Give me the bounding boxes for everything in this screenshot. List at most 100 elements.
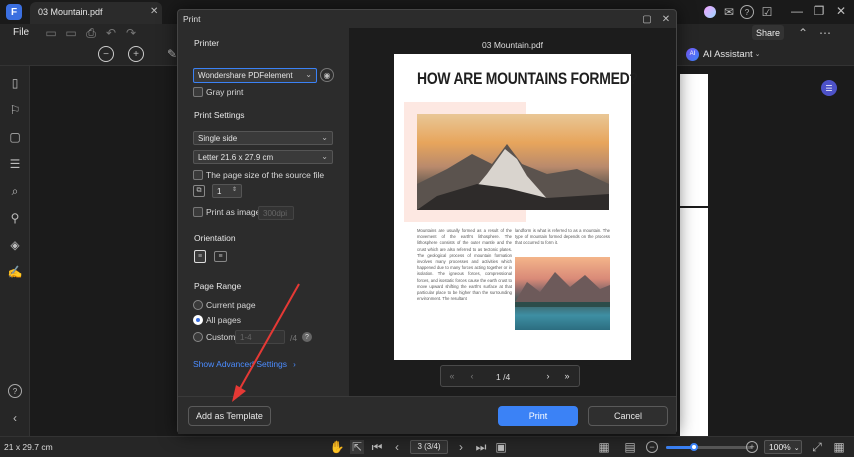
- lake-silhouette: [515, 272, 610, 307]
- dialog-title: Print: [183, 14, 201, 24]
- mountain-photo-1: [417, 114, 609, 210]
- tab-close-icon[interactable]: ✕: [150, 6, 158, 17]
- next-page-icon[interactable]: ›: [454, 440, 468, 454]
- source-size-label: The page size of the source file: [206, 170, 325, 180]
- share-button[interactable]: Share: [752, 25, 784, 40]
- current-page-radio[interactable]: [193, 300, 203, 310]
- document-tab[interactable]: 03 Mountain.pdf ✕: [30, 2, 162, 24]
- dialog-title-bar: Print ▢ ✕: [178, 10, 676, 28]
- page-number-input[interactable]: 3 (3/4): [410, 440, 448, 454]
- ai-icon: AI: [686, 47, 699, 61]
- add-as-template-button[interactable]: Add as Template: [188, 406, 271, 426]
- tab-title: 03 Mountain.pdf: [38, 7, 103, 17]
- printer-properties-icon[interactable]: ◉: [320, 68, 334, 82]
- tasks-icon[interactable]: ☑: [760, 5, 774, 19]
- cancel-label: Cancel: [613, 411, 642, 421]
- layers-list-icon[interactable]: ☰: [8, 157, 22, 171]
- grid-view-icon[interactable]: ▦: [832, 440, 846, 454]
- collapse-icon[interactable]: ‹: [8, 411, 22, 425]
- preview-first-icon[interactable]: «: [446, 370, 458, 382]
- close-dialog-icon[interactable]: ✕: [659, 12, 673, 26]
- dpi-input[interactable]: 300dpi: [258, 206, 294, 220]
- undo-icon[interactable]: ↶: [104, 26, 118, 40]
- zoom-out-icon[interactable]: −: [98, 46, 114, 62]
- comment-icon[interactable]: ▢: [8, 130, 22, 144]
- first-page-icon[interactable]: ⏮: [370, 440, 384, 454]
- preview-page: HOW ARE MOUNTAINS FORMED? Mountains are …: [394, 54, 638, 360]
- zoom-slider[interactable]: [666, 443, 752, 451]
- page-layout-icon[interactable]: ▦: [594, 440, 614, 454]
- bookmark-icon[interactable]: ⚐: [8, 103, 22, 117]
- dialog-footer: Add as Template Print Cancel: [178, 396, 676, 434]
- preview-next-icon[interactable]: ›: [542, 370, 554, 382]
- prev-page-icon[interactable]: ‹: [390, 440, 404, 454]
- fullscreen-icon[interactable]: ⤢: [810, 440, 824, 454]
- minimize-icon[interactable]: —: [790, 4, 804, 18]
- printer-value: Wondershare PDFelement: [198, 71, 293, 80]
- save-icon[interactable]: ▭: [44, 26, 58, 40]
- share-label: Share: [755, 27, 781, 38]
- zoom-in-icon[interactable]: +: [128, 46, 144, 62]
- avatar[interactable]: [704, 6, 716, 18]
- add-as-template-label: Add as Template: [196, 411, 263, 421]
- printer-select[interactable]: Wondershare PDFelement ⌄: [193, 68, 317, 83]
- open-icon[interactable]: ▭: [64, 26, 78, 40]
- cancel-button[interactable]: Cancel: [588, 406, 668, 426]
- expand-icon[interactable]: ⌃: [796, 26, 810, 40]
- zoom-out-status-icon[interactable]: −: [646, 441, 658, 453]
- select-tool-icon[interactable]: ⇱: [350, 440, 364, 454]
- custom-radio[interactable]: [193, 332, 203, 342]
- gray-print-checkbox[interactable]: [193, 87, 203, 97]
- landscape-icon[interactable]: ≡: [214, 251, 227, 262]
- chevron-down-icon: ⌄: [754, 51, 761, 58]
- attachment-icon[interactable]: ⌕: [8, 184, 22, 198]
- copies-icon: ⧉: [193, 185, 205, 197]
- fit-page-icon[interactable]: ▣: [494, 440, 508, 454]
- zoom-value: 100%: [769, 442, 791, 452]
- ai-assistant-button[interactable]: AI AI Assistant ⌄: [686, 46, 776, 62]
- last-page-icon[interactable]: ⏭: [474, 440, 488, 454]
- print-settings-header: Print Settings: [194, 110, 245, 120]
- source-size-checkbox[interactable]: [193, 170, 203, 180]
- search-icon[interactable]: ⚲: [8, 211, 22, 225]
- portrait-icon[interactable]: ≡: [194, 250, 206, 263]
- print-settings-panel: Printer Wondershare PDFelement ⌄ ◉ Gray p…: [178, 28, 349, 396]
- redo-icon[interactable]: ↷: [124, 26, 138, 40]
- gift-icon[interactable]: ✉: [722, 5, 736, 19]
- help-icon[interactable]: ?: [740, 5, 754, 19]
- reading-mode-icon[interactable]: ▤: [620, 440, 640, 454]
- restore-icon[interactable]: ❐: [812, 4, 826, 18]
- print-button[interactable]: Print: [498, 406, 578, 426]
- preview-last-icon[interactable]: »: [561, 370, 573, 382]
- print-as-image-checkbox[interactable]: [193, 207, 203, 217]
- signature-icon[interactable]: ✍: [8, 265, 23, 279]
- zoom-slider-thumb[interactable]: [690, 443, 698, 451]
- print-label: Print: [528, 411, 548, 421]
- preview-file-name: 03 Mountain.pdf: [482, 40, 543, 50]
- help-circle-icon[interactable]: ?: [8, 384, 22, 398]
- sides-select[interactable]: Single side ⌄: [193, 131, 333, 145]
- close-window-icon[interactable]: ✕: [834, 4, 848, 18]
- print-preview-panel: 03 Mountain.pdf HOW ARE MOUNTAINS FORMED…: [349, 28, 676, 396]
- hand-tool-icon[interactable]: ✋: [330, 440, 345, 454]
- maximize-icon[interactable]: ▢: [640, 12, 654, 26]
- page-thumbnail-icon[interactable]: ▯: [8, 76, 22, 90]
- menu-file[interactable]: File: [13, 27, 29, 38]
- custom-range-input[interactable]: 1-4: [235, 330, 285, 344]
- paper-size-select[interactable]: Letter 21.6 x 27.9 cm ⌄: [193, 150, 333, 164]
- advanced-settings-link[interactable]: Show Advanced Settings ›: [193, 358, 296, 370]
- chevron-down-icon: ⌄: [321, 133, 328, 142]
- sides-value: Single side: [198, 134, 238, 143]
- copies-stepper[interactable]: 1 ⇕: [212, 184, 242, 198]
- zoom-in-status-icon[interactable]: +: [746, 441, 758, 453]
- info-icon[interactable]: ?: [302, 332, 312, 342]
- advanced-settings-label: Show Advanced Settings: [193, 359, 288, 369]
- more-icon[interactable]: ⋯: [818, 26, 832, 40]
- zoom-select[interactable]: 100% ⌄: [764, 440, 802, 454]
- stepper-icon[interactable]: ⇕: [232, 186, 237, 193]
- layers-icon[interactable]: ◈: [8, 238, 22, 252]
- all-pages-radio[interactable]: [193, 315, 203, 325]
- preview-prev-icon[interactable]: ‹: [466, 370, 478, 382]
- print-icon[interactable]: ⎙: [84, 26, 98, 40]
- ai-float-button[interactable]: ☰: [821, 80, 837, 96]
